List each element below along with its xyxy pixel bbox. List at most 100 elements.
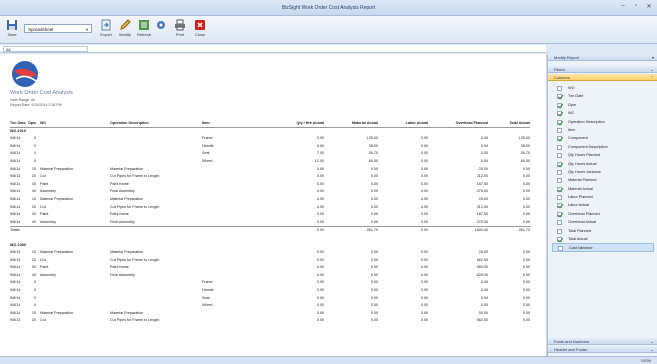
column-option[interactable]: Oper bbox=[552, 101, 654, 109]
pencil-icon bbox=[120, 19, 131, 30]
column-checkbox[interactable] bbox=[557, 111, 562, 117]
column-checkbox[interactable] bbox=[557, 136, 562, 142]
column-label: Txn Date bbox=[568, 94, 584, 99]
settings-button[interactable] bbox=[152, 19, 170, 32]
column-checkbox[interactable] bbox=[557, 119, 562, 125]
column-checkbox[interactable] bbox=[557, 178, 562, 184]
cell-ovh: 312.50 bbox=[476, 174, 488, 179]
cell-tot: 29.70 bbox=[520, 151, 530, 156]
cell-lab: 0.00 bbox=[420, 250, 428, 255]
column-checkbox[interactable] bbox=[557, 203, 562, 209]
column-label: Item bbox=[568, 127, 576, 132]
column-checkbox[interactable] bbox=[557, 102, 562, 108]
column-label: Component bbox=[568, 136, 588, 141]
refresh-button[interactable]: Refresh bbox=[135, 19, 153, 37]
maximize-button[interactable]: ▫ bbox=[632, 3, 640, 10]
column-checkbox[interactable] bbox=[557, 94, 562, 100]
column-option[interactable]: Component bbox=[552, 134, 654, 142]
table-row: 9/8/14 20 Cut Cut Pipes for Frame to Length… bbox=[10, 257, 530, 265]
column-option[interactable]: WC bbox=[552, 109, 654, 117]
fonts-numbers-section[interactable]: Fonts and Numbers ⌄ bbox=[548, 338, 657, 345]
column-option[interactable]: Item bbox=[552, 126, 654, 134]
column-option[interactable]: Total Actual bbox=[552, 235, 654, 243]
cell-ovh: 187.50 bbox=[476, 212, 488, 217]
column-option[interactable]: Labor Actual bbox=[552, 201, 654, 209]
panel-header: Modify Report ▾ bbox=[548, 54, 657, 61]
column-label: Cost Variance bbox=[569, 246, 593, 251]
cell-wc: WC bbox=[40, 121, 47, 125]
cell-date: 9/8/14 bbox=[10, 151, 21, 156]
format-combo[interactable]: Spreadsheet ▼ bbox=[24, 24, 92, 33]
column-option[interactable]: Material Planned bbox=[552, 176, 654, 184]
column-checkbox[interactable] bbox=[557, 86, 562, 91]
column-option[interactable]: Overhead Planned bbox=[552, 210, 654, 218]
column-option[interactable]: Operation Description bbox=[552, 118, 654, 126]
cell-op: Final Assembly bbox=[110, 219, 135, 224]
cell-ovh: 0.00 bbox=[480, 295, 488, 300]
header-footer-section[interactable]: Header and Footer ⌄ bbox=[548, 346, 657, 353]
column-checkbox[interactable] bbox=[557, 228, 562, 234]
export-button[interactable]: Export bbox=[97, 19, 115, 37]
cell-wc: Material Preparation bbox=[40, 196, 74, 201]
print-button[interactable]: Print bbox=[171, 19, 189, 37]
column-checkbox[interactable] bbox=[557, 161, 562, 167]
cell-ovh: 562.50 bbox=[476, 257, 488, 262]
cell-qty: 7.00 bbox=[316, 151, 324, 156]
chevron-down-icon: ⌄ bbox=[650, 67, 654, 72]
printer-icon bbox=[175, 19, 185, 31]
cell-date: 9/8/14 bbox=[10, 189, 21, 194]
cell-date: 9/8/14 bbox=[10, 318, 21, 323]
cell-tot: 0.00 bbox=[522, 257, 530, 262]
cell-ovh: 25.00 bbox=[478, 166, 488, 171]
column-label: Labor Actual bbox=[568, 203, 590, 208]
close-icon bbox=[195, 20, 205, 30]
column-option[interactable]: Component Description bbox=[552, 143, 654, 151]
column-option[interactable]: Labor Planned bbox=[552, 193, 654, 201]
column-checkbox[interactable] bbox=[557, 169, 562, 175]
column-option[interactable]: Qty Hours Variance bbox=[552, 168, 654, 176]
columns-section[interactable]: Columns ⌃ bbox=[548, 74, 657, 81]
cell-date: 9/8/14 bbox=[10, 280, 21, 285]
filters-section[interactable]: Filters ⌄ bbox=[548, 66, 657, 73]
modify-button[interactable]: Modify bbox=[116, 19, 134, 37]
column-checkbox[interactable] bbox=[557, 144, 562, 150]
cell-ovh: 312.50 bbox=[476, 204, 488, 209]
cell-op: Cut Pipes for Frame to Length bbox=[110, 174, 160, 179]
column-checkbox[interactable] bbox=[557, 195, 562, 201]
column-checkbox[interactable] bbox=[558, 246, 563, 252]
column-checkbox[interactable] bbox=[557, 211, 562, 217]
close-button[interactable]: Close bbox=[191, 19, 209, 37]
cell-wc: Assembly bbox=[40, 272, 56, 277]
column-checkbox[interactable] bbox=[557, 127, 562, 133]
save-button[interactable]: Save bbox=[3, 19, 21, 37]
cell-qty: 12.00 bbox=[314, 158, 324, 163]
column-checkbox[interactable] bbox=[557, 237, 562, 243]
cell-mat: 60.00 bbox=[368, 158, 378, 163]
cell-ovh: 0.00 bbox=[480, 303, 488, 308]
column-option[interactable]: Overhead Actual bbox=[552, 218, 654, 226]
cell-lab: 0.00 bbox=[420, 189, 428, 194]
filter-input[interactable]: All bbox=[3, 46, 88, 52]
cell-date: 9/8/14 bbox=[10, 158, 21, 163]
pin-icon[interactable]: ▾ bbox=[652, 54, 654, 61]
cell-mat: 0.00 bbox=[370, 219, 378, 224]
minimize-button[interactable]: – bbox=[619, 3, 627, 10]
cell-oper: 40 bbox=[31, 189, 36, 194]
column-option[interactable]: Qty Hours Planned bbox=[552, 151, 654, 159]
cell-ovh: 0.00 bbox=[480, 288, 488, 293]
chevron-down-icon: ⌄ bbox=[650, 347, 654, 352]
column-checkbox[interactable] bbox=[557, 153, 562, 159]
cell-mat: 0.00 bbox=[370, 181, 378, 186]
column-checkbox[interactable] bbox=[557, 220, 562, 226]
column-option[interactable]: Qty Hours Actual bbox=[552, 160, 654, 168]
column-option[interactable]: Material Actual bbox=[552, 185, 654, 193]
column-option[interactable]: Total Planned bbox=[552, 227, 654, 235]
column-option[interactable]: Txn Date bbox=[552, 92, 654, 100]
close-window-button[interactable]: ✕ bbox=[645, 3, 653, 10]
cell-qty: 0.00 bbox=[316, 189, 324, 194]
column-checkbox[interactable] bbox=[557, 186, 562, 192]
cell-ovh: 550.00 bbox=[476, 265, 488, 270]
column-option[interactable]: Cost Variance bbox=[552, 243, 654, 252]
column-option[interactable]: WO bbox=[552, 84, 654, 92]
zoom-level[interactable]: 100% bbox=[641, 358, 651, 363]
